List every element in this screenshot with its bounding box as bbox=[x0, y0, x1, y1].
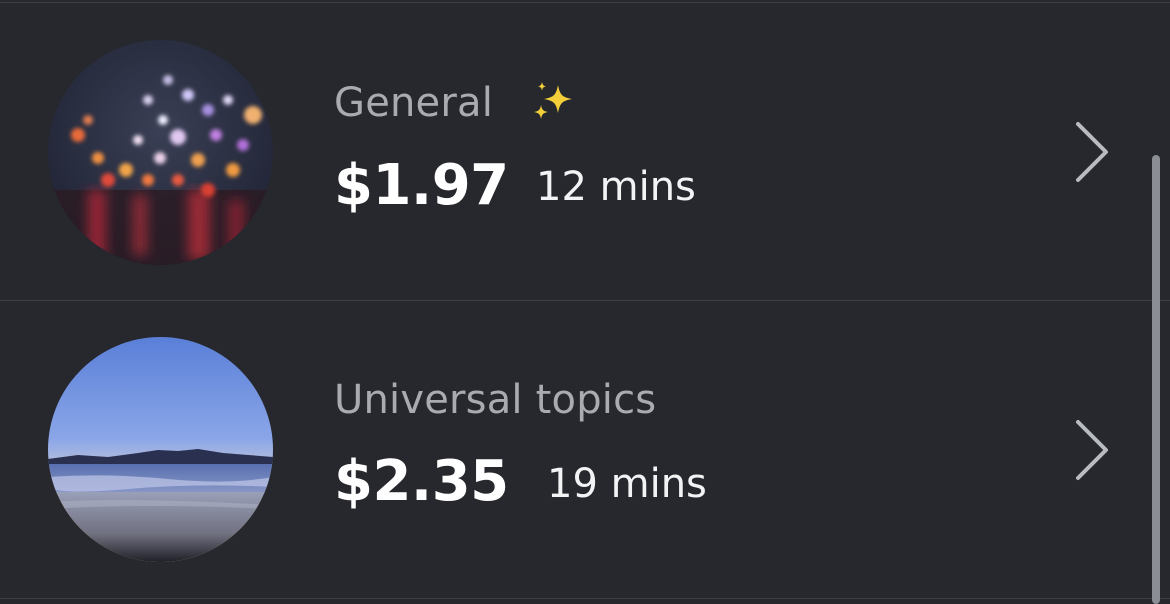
city-bokeh-thumbnail bbox=[48, 40, 273, 265]
list-item-universal-topics[interactable]: Universal topics $2.35 19 mins bbox=[0, 301, 1170, 599]
bottom-divider bbox=[0, 598, 1170, 599]
chevron-right-icon bbox=[1076, 122, 1108, 182]
row-duration: 12 mins bbox=[536, 164, 696, 210]
row-price: $1.97 bbox=[334, 153, 509, 218]
pricing-list: General $1.97 12 mins Universal topics $… bbox=[0, 0, 1170, 604]
row-price: $2.35 bbox=[334, 449, 509, 514]
chevron-right-icon bbox=[1076, 420, 1108, 480]
row-title: General bbox=[334, 80, 494, 126]
row-title: Universal topics bbox=[334, 377, 657, 423]
list-item-general[interactable]: General $1.97 12 mins bbox=[0, 3, 1170, 301]
sparkles-icon bbox=[534, 82, 572, 119]
row-duration: 19 mins bbox=[547, 461, 707, 507]
beach-sunset-thumbnail bbox=[48, 337, 273, 562]
scrollbar[interactable] bbox=[1152, 155, 1160, 604]
